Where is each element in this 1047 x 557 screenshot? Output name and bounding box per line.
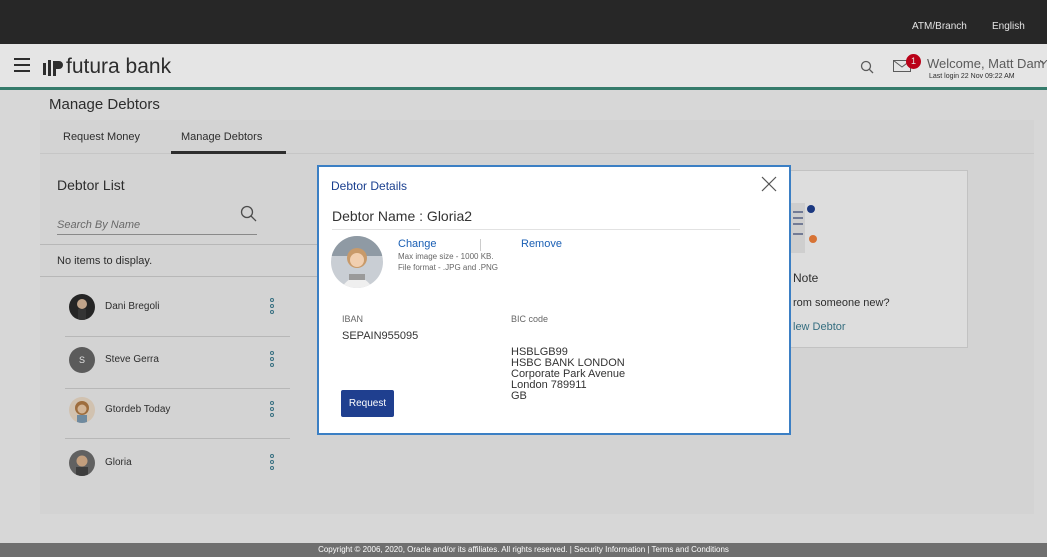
divider	[480, 239, 481, 251]
modal-title: Debtor Details	[331, 179, 408, 193]
debtor-name-heading: Debtor Name : Gloria2	[332, 208, 473, 224]
debtor-photo	[331, 236, 383, 288]
change-photo-link[interactable]: Change	[398, 238, 437, 250]
file-format-hint: File format - .JPG and .PNG	[398, 263, 499, 272]
iban-value: SEPAIN955095	[342, 330, 419, 342]
debtor-details-modal: Debtor Details Debtor Name : Gloria2 Cha…	[317, 165, 791, 435]
footer: Copyright © 2006, 2020, Oracle and/or it…	[0, 543, 1047, 557]
remove-photo-link[interactable]: Remove	[521, 238, 562, 250]
bic-label: BIC code	[511, 314, 549, 324]
max-size-hint: Max image size - 1000 KB.	[398, 252, 494, 261]
divider	[332, 229, 740, 230]
close-icon[interactable]	[761, 176, 777, 192]
iban-label: IBAN	[342, 314, 364, 324]
bank-country: GB	[511, 390, 527, 402]
request-button[interactable]: Request	[341, 390, 394, 417]
